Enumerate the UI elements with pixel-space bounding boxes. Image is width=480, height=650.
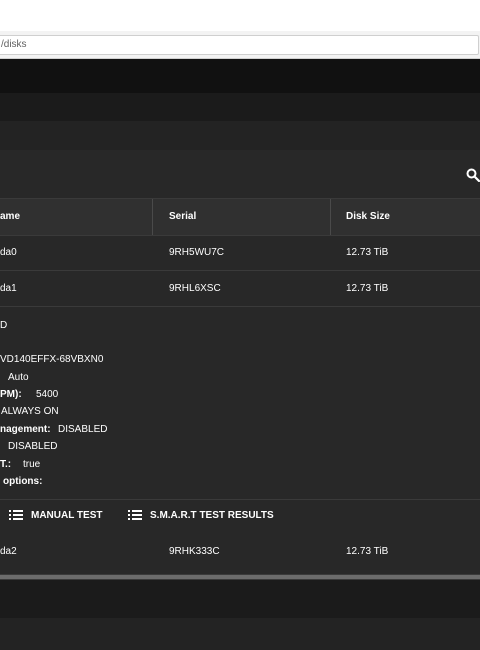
table-row[interactable]: da1 9RHL6XSC 12.73 TiB [0, 271, 480, 307]
app-sub-bar [0, 93, 480, 121]
detail-acoustic-value: DISABLED [8, 441, 58, 452]
table-header: ame Serial Disk Size [0, 198, 480, 236]
app-top-bar [0, 59, 480, 93]
detail-power-label: nagement: [0, 424, 51, 435]
detail-power-value: DISABLED [58, 424, 108, 435]
footer-bar [0, 580, 480, 618]
column-divider [152, 199, 153, 235]
table-row[interactable]: da2 9RHK333C 12.73 TiB [0, 534, 480, 569]
detail-rpm-label: PM): [0, 389, 22, 400]
column-header-name[interactable]: ame [0, 211, 20, 222]
disk-size: 12.73 TiB [346, 546, 389, 557]
url-text: /disks [1, 39, 27, 50]
breadcrumb-bar [0, 121, 480, 150]
smart-test-results-label: S.M.A.R.T TEST RESULTS [150, 509, 274, 521]
disk-size: 12.73 TiB [346, 283, 389, 294]
disk-serial: 9RHL6XSC [169, 283, 221, 294]
detail-model: VD140EFFX-68VBXN0 [0, 354, 104, 365]
disk-name: da2 [0, 546, 17, 557]
list-icon [128, 510, 142, 520]
detail-smart-label: T.: [0, 459, 12, 470]
search-icon[interactable] [466, 168, 480, 182]
manual-test-button[interactable]: MANUAL TEST [9, 509, 102, 521]
browser-tab-strip [0, 0, 480, 32]
smart-test-results-button[interactable]: S.M.A.R.T TEST RESULTS [128, 509, 274, 521]
detail-line: D [0, 320, 8, 331]
disk-name: da0 [0, 247, 17, 258]
url-input[interactable]: /disks [0, 35, 479, 55]
footer-bar [0, 618, 480, 650]
disk-serial: 9RH5WU7C [169, 247, 225, 258]
disk-serial: 9RHK333C [169, 546, 220, 557]
address-bar: /disks [0, 31, 480, 59]
divider [0, 499, 480, 500]
detail-standby-value: ALWAYS ON [1, 406, 59, 417]
detail-smart-value: true [23, 459, 41, 470]
disk-name: da1 [0, 283, 17, 294]
manual-test-label: MANUAL TEST [31, 509, 103, 521]
column-header-serial[interactable]: Serial [169, 211, 196, 222]
disk-size: 12.73 TiB [346, 247, 389, 258]
detail-rpm-value: 5400 [36, 389, 59, 400]
scrollbar-thumb[interactable] [0, 575, 480, 579]
column-header-disk-size[interactable]: Disk Size [346, 211, 390, 222]
table-row[interactable]: da0 9RH5WU7C 12.73 TiB [0, 235, 480, 271]
list-icon [9, 510, 23, 520]
detail-options-label: options: [3, 476, 43, 487]
detail-transfer-mode-value: Auto [8, 372, 29, 383]
column-divider [330, 199, 331, 235]
